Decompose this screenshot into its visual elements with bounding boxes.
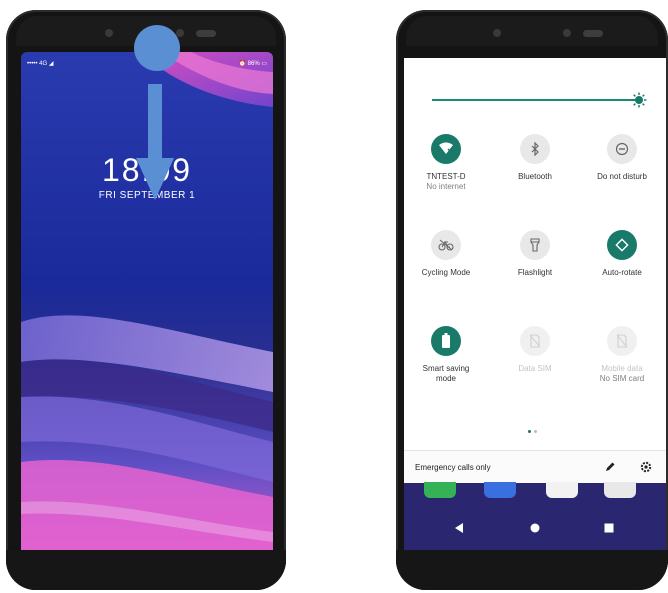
- app-icon-chrome[interactable]: [546, 482, 578, 498]
- bluetooth-icon: [520, 134, 550, 164]
- tile-label: Auto-rotate: [602, 268, 642, 277]
- brightness-icon[interactable]: [631, 92, 647, 108]
- brightness-slider[interactable]: [432, 99, 636, 101]
- tile-auto-rotate[interactable]: Auto-rotate: [582, 230, 662, 278]
- settings-gear-icon[interactable]: [640, 461, 652, 473]
- bottom-bezel: [6, 550, 286, 590]
- touch-indicator: [134, 25, 180, 71]
- tile-label: Data SIM: [518, 364, 552, 373]
- earpiece-speaker: [583, 30, 603, 37]
- page-dot: [534, 430, 537, 433]
- tile-label: Cycling Mode: [421, 268, 471, 277]
- tile-label: Mobile data: [601, 364, 643, 373]
- bicycle-icon: [431, 230, 461, 260]
- battery-status: ⏰ 86% ▭: [238, 60, 267, 67]
- signal-status: ••••• 4G ◢: [27, 60, 54, 67]
- tile-label: TNTEST-D: [426, 172, 466, 181]
- sim-off-icon: [607, 326, 637, 356]
- quick-settings-screen: TNTEST-D No internet Bluetooth Do not di…: [404, 58, 666, 550]
- back-icon[interactable]: [454, 523, 464, 533]
- tile-sublabel: No SIM card: [599, 374, 645, 383]
- home-app-row: [404, 482, 666, 502]
- app-icon-camera[interactable]: [604, 482, 636, 498]
- edit-pencil-icon[interactable]: [604, 461, 616, 473]
- tile-smart-saving[interactable]: Smart saving mode: [406, 326, 486, 384]
- earpiece-speaker: [196, 30, 216, 37]
- app-icon-phone[interactable]: [484, 482, 516, 498]
- quick-settings-footer: Emergency calls only: [404, 450, 666, 483]
- page-indicator: [528, 430, 537, 433]
- tile-wifi[interactable]: TNTEST-D No internet: [406, 134, 486, 192]
- phone-left: ••••• 4G ◢ ⏰ 86% ▭ 18:09 FRI SEPTEMBER 1: [6, 10, 286, 590]
- tile-sublabel: No internet: [426, 182, 466, 191]
- page-dot-active: [528, 430, 531, 433]
- quick-settings-panel: TNTEST-D No internet Bluetooth Do not di…: [404, 58, 666, 483]
- tile-bluetooth[interactable]: Bluetooth: [495, 134, 575, 182]
- front-camera: [563, 29, 571, 37]
- phone-right: TNTEST-D No internet Bluetooth Do not di…: [396, 10, 668, 590]
- top-bezel: [406, 16, 658, 46]
- bottom-bezel: [396, 550, 668, 590]
- tile-data-sim[interactable]: Data SIM: [495, 326, 575, 374]
- do-not-disturb-icon: [607, 134, 637, 164]
- swipe-down-arrow-icon: [136, 84, 174, 200]
- tile-label: Smart saving mode: [422, 364, 470, 383]
- app-icon-messages[interactable]: [424, 482, 456, 498]
- tile-label: Bluetooth: [518, 172, 552, 181]
- flashlight-icon: [520, 230, 550, 260]
- tile-do-not-disturb[interactable]: Do not disturb: [582, 134, 662, 182]
- recents-icon[interactable]: [604, 523, 614, 533]
- navigation-bar: [404, 513, 666, 543]
- tile-cycling-mode[interactable]: Cycling Mode: [406, 230, 486, 278]
- sim-off-icon: [520, 326, 550, 356]
- home-icon[interactable]: [530, 523, 540, 533]
- tile-label: Do not disturb: [597, 172, 647, 181]
- tile-flashlight[interactable]: Flashlight: [495, 230, 575, 278]
- front-camera: [176, 29, 184, 37]
- wifi-off-icon: [431, 134, 461, 164]
- proximity-sensor: [105, 29, 113, 37]
- emergency-calls-text: Emergency calls only: [415, 463, 491, 472]
- tile-mobile-data[interactable]: Mobile data No SIM card: [582, 326, 662, 384]
- battery-icon: [431, 326, 461, 356]
- tile-label: Flashlight: [517, 268, 553, 277]
- auto-rotate-icon: [607, 230, 637, 260]
- proximity-sensor: [493, 29, 501, 37]
